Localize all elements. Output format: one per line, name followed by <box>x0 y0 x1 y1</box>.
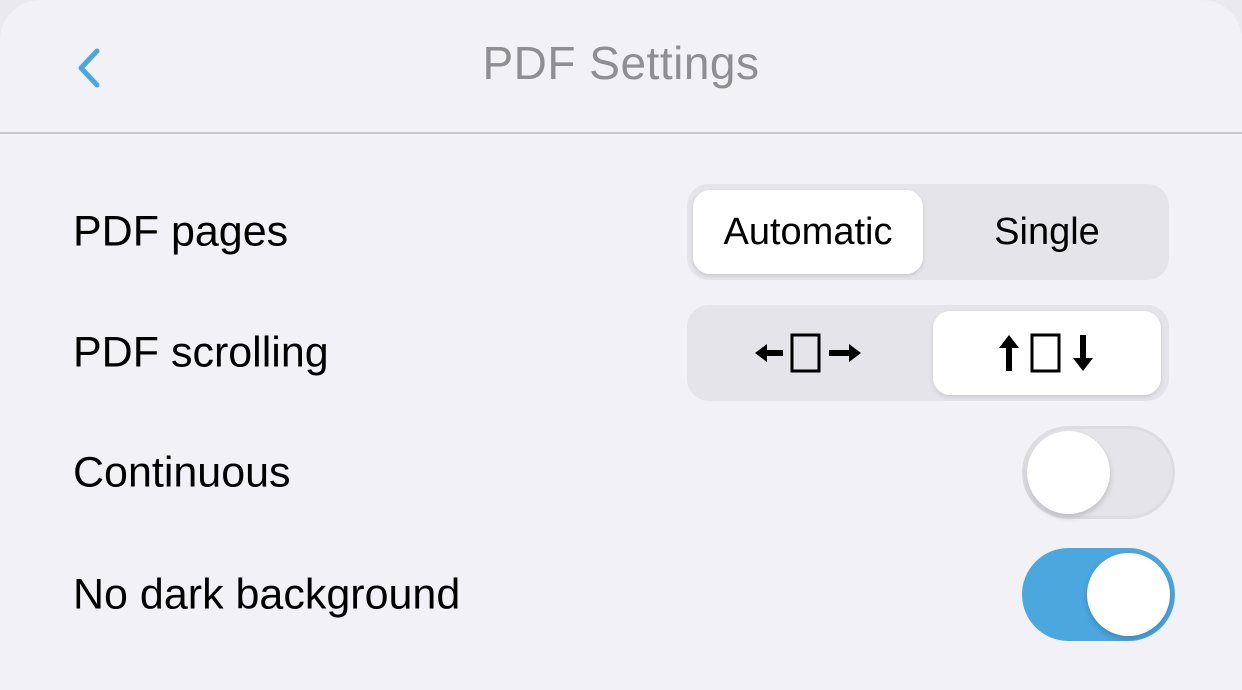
pdf-scrolling-row: PDF scrolling <box>0 301 1242 405</box>
segment-single[interactable]: Single <box>933 190 1161 274</box>
continuous-label: Continuous <box>73 448 291 497</box>
toggle-knob <box>1027 431 1110 514</box>
pdf-pages-segmented-control: Automatic Single <box>687 184 1169 280</box>
pdf-settings-sheet: PDF Settings PDF pages Automatic Single … <box>0 0 1242 690</box>
segment-horizontal-scroll[interactable] <box>693 311 923 395</box>
pdf-scrolling-label: PDF scrolling <box>73 328 329 377</box>
segment-vertical-scroll[interactable] <box>933 311 1161 395</box>
navigation-bar: PDF Settings <box>0 0 1242 134</box>
pdf-pages-row: PDF pages Automatic Single <box>0 180 1242 284</box>
pdf-scrolling-segmented-control <box>687 305 1169 401</box>
toggle-knob <box>1087 553 1170 636</box>
segment-automatic[interactable]: Automatic <box>693 190 923 274</box>
no-dark-background-toggle[interactable] <box>1022 548 1175 641</box>
vertical-scroll-icon <box>999 333 1093 373</box>
no-dark-background-label: No dark background <box>73 570 461 619</box>
pdf-pages-label: PDF pages <box>73 207 289 256</box>
horizontal-scroll-icon <box>755 333 861 373</box>
continuous-toggle[interactable] <box>1022 426 1175 519</box>
no-dark-background-row: No dark background <box>0 543 1242 647</box>
page-title: PDF Settings <box>482 37 760 89</box>
continuous-row: Continuous <box>0 421 1242 525</box>
